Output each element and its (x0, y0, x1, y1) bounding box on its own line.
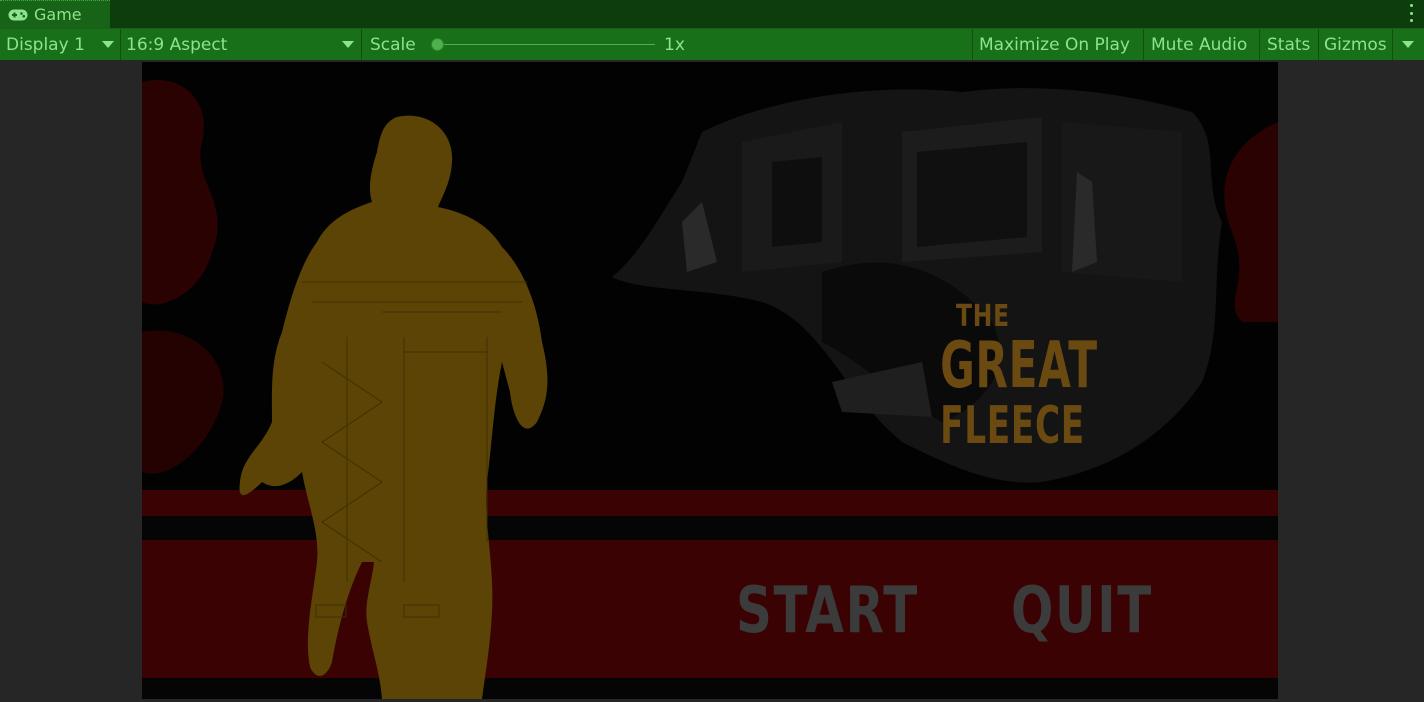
toolbar-divider (1259, 29, 1260, 60)
scale-slider-handle[interactable] (431, 38, 444, 51)
toolbar-divider (361, 29, 362, 60)
game-view-toolbar: Display 1 16:9 Aspect Scale 1x Maximize … (0, 29, 1424, 60)
chevron-down-icon (1402, 41, 1414, 48)
chevron-down-icon (102, 41, 114, 48)
more-options-icon[interactable] (1408, 4, 1414, 22)
quit-button[interactable]: QUIT (1011, 574, 1153, 648)
scale-slider-track[interactable] (440, 44, 655, 45)
toolbar-divider (120, 29, 121, 60)
scale-value: 1x (664, 34, 685, 55)
gizmos-dropdown[interactable] (1402, 29, 1414, 60)
toolbar-divider (972, 29, 973, 60)
aspect-dropdown[interactable]: 16:9 Aspect (126, 29, 358, 60)
tab-strip: Game (0, 0, 1424, 29)
mute-audio-toggle[interactable]: Mute Audio (1151, 29, 1247, 60)
gizmos-toggle[interactable]: Gizmos (1324, 29, 1387, 60)
title-line-great: GREAT (940, 329, 1098, 403)
title-line-fleece: FLEECE (940, 396, 1085, 456)
toolbar-divider (1143, 29, 1144, 60)
display-label: Display 1 (6, 34, 85, 55)
start-button[interactable]: START (736, 574, 919, 648)
game-title-logo: THE GREAT FLEECE (918, 299, 1098, 456)
toolbar-divider (1318, 29, 1319, 60)
tab-game-label: Game (34, 5, 82, 24)
aspect-label: 16:9 Aspect (126, 34, 228, 55)
stats-toggle[interactable]: Stats (1267, 29, 1310, 60)
gamepad-icon (8, 9, 28, 21)
title-line-the: THE (956, 299, 1010, 334)
toolbar-divider (1392, 29, 1393, 60)
scale-label: Scale (370, 34, 416, 55)
display-dropdown[interactable]: Display 1 (6, 29, 118, 60)
game-screen: THE GREAT FLEECE START QUIT (142, 62, 1278, 699)
chevron-down-icon (342, 41, 354, 48)
maximize-on-play-toggle[interactable]: Maximize On Play (979, 29, 1130, 60)
tab-game[interactable]: Game (0, 0, 110, 28)
